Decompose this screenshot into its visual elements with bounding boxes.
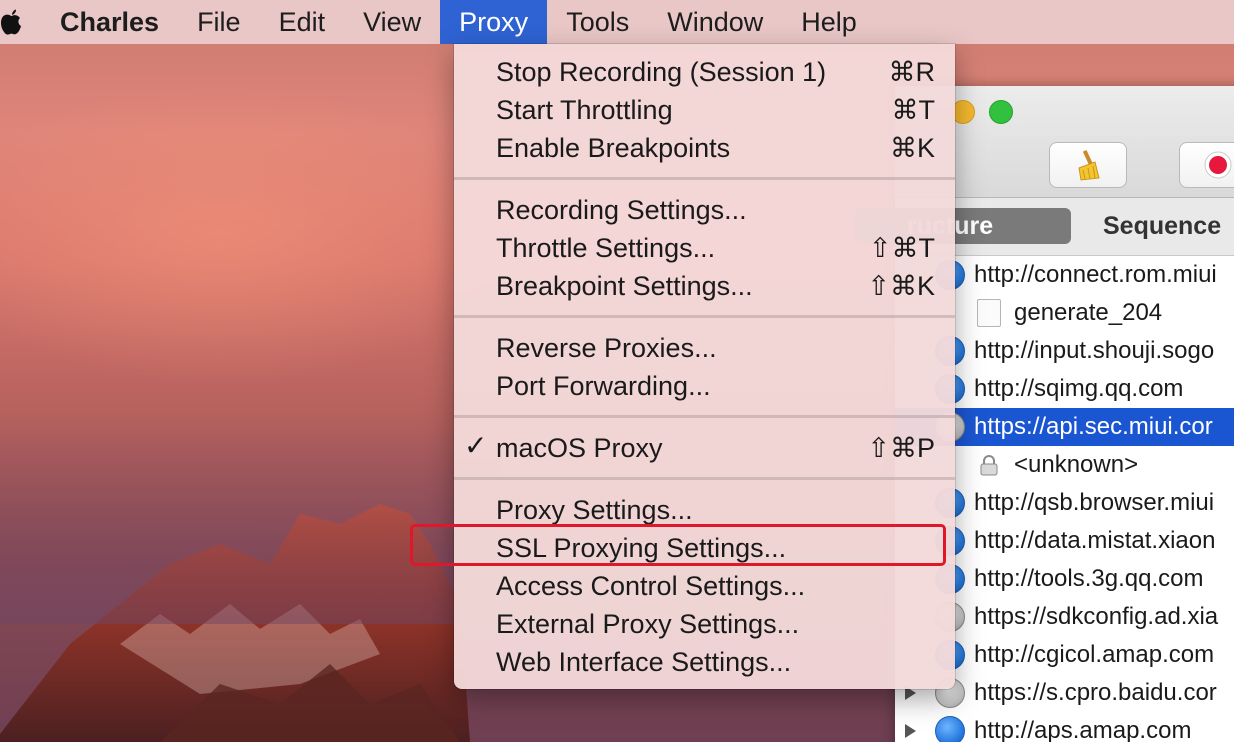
menu-item-label: Reverse Proxies... — [496, 333, 717, 363]
apple-logo-icon — [0, 9, 21, 35]
path-label: generate_204 — [1014, 299, 1163, 326]
clear-session-button[interactable] — [1049, 142, 1127, 188]
disclosure-triangle-icon[interactable] — [905, 724, 916, 738]
menu-item-shortcut: ⇧⌘T — [868, 233, 935, 263]
globe-icon — [935, 716, 965, 742]
menu-item-port-forwarding[interactable]: Port Forwarding... — [454, 365, 955, 403]
menu-tools[interactable]: Tools — [547, 0, 648, 44]
menu-item-start-throttling[interactable]: Start Throttling ⌘T — [454, 89, 955, 127]
checkmark-icon: ✓ — [464, 430, 488, 461]
menu-item-access-control-settings[interactable]: Access Control Settings... — [454, 565, 955, 603]
host-label: http://data.mistat.xiaon — [974, 527, 1216, 554]
host-label: http://aps.amap.com — [974, 717, 1192, 742]
menu-item-label: Port Forwarding... — [496, 371, 711, 401]
menu-item-macos-proxy[interactable]: ✓ macOS Proxy ⇧⌘P — [454, 427, 955, 465]
menu-item-shortcut: ⌘K — [889, 133, 935, 163]
menu-item-label: Proxy Settings... — [496, 495, 693, 525]
menu-item-shortcut: ⇧⌘P — [867, 433, 935, 463]
host-label: http://tools.3g.qq.com — [974, 565, 1204, 592]
menu-item-enable-breakpoints[interactable]: Enable Breakpoints ⌘K — [454, 127, 955, 165]
menu-item-label: Start Throttling — [496, 95, 673, 125]
menu-item-label: macOS Proxy — [496, 433, 663, 463]
menu-item-label: Web Interface Settings... — [496, 647, 792, 677]
host-label: http://qsb.browser.miui — [974, 489, 1215, 516]
menu-view[interactable]: View — [344, 0, 440, 44]
host-label: https://sdkconfig.ad.xia — [974, 603, 1219, 630]
menu-app-charles[interactable]: Charles — [34, 0, 178, 44]
menu-proxy[interactable]: Proxy — [440, 0, 548, 44]
menu-item-label: Recording Settings... — [496, 195, 747, 225]
host-label: http://cgicol.amap.com — [974, 641, 1215, 668]
menu-item-label: Throttle Settings... — [496, 233, 716, 263]
document-icon — [977, 299, 1001, 327]
tree-row[interactable]: http://aps.amap.com — [895, 712, 1234, 742]
menu-edit[interactable]: Edit — [260, 0, 345, 44]
menu-item-label: Enable Breakpoints — [496, 133, 731, 163]
menu-bar: Charles File Edit View Proxy Tools Windo… — [0, 0, 1234, 44]
menu-item-shortcut: ⌘R — [888, 57, 936, 87]
menu-separator — [454, 415, 955, 418]
zoom-button[interactable] — [989, 100, 1013, 124]
menu-item-label: Stop Recording (Session 1) — [496, 57, 827, 87]
host-label: http://input.shouji.sogo — [974, 337, 1215, 364]
menu-item-throttle-settings[interactable]: Throttle Settings... ⇧⌘T — [454, 227, 955, 265]
menu-item-web-interface-settings[interactable]: Web Interface Settings... — [454, 641, 955, 679]
record-icon — [1204, 151, 1232, 179]
menu-item-shortcut: ⇧⌘K — [867, 271, 935, 301]
annotation-highlight-box — [410, 524, 946, 566]
broom-icon — [1078, 150, 1100, 181]
menu-file[interactable]: File — [178, 0, 260, 44]
menu-separator — [454, 315, 955, 318]
host-label: http://connect.rom.miui — [974, 261, 1217, 288]
proxy-menu-dropdown: Stop Recording (Session 1) ⌘R Start Thro… — [454, 44, 955, 689]
menu-separator — [454, 177, 955, 180]
menu-item-shortcut: ⌘T — [891, 95, 936, 125]
menu-item-label: External Proxy Settings... — [496, 609, 800, 639]
padlock-icon — [980, 455, 998, 476]
path-label: <unknown> — [1014, 451, 1139, 478]
menu-help[interactable]: Help — [782, 0, 876, 44]
host-label: http://sqimg.qq.com — [974, 375, 1184, 402]
menu-item-breakpoint-settings[interactable]: Breakpoint Settings... ⇧⌘K — [454, 265, 955, 303]
tab-sequence[interactable]: Sequence — [1103, 208, 1221, 244]
menu-window[interactable]: Window — [648, 0, 782, 44]
menu-separator — [454, 477, 955, 480]
menu-item-recording-settings[interactable]: Recording Settings... — [454, 189, 955, 227]
menu-item-proxy-settings[interactable]: Proxy Settings... — [454, 489, 955, 527]
host-label: https://api.sec.miui.cor — [974, 413, 1213, 440]
menu-item-stop-recording[interactable]: Stop Recording (Session 1) ⌘R — [454, 51, 955, 89]
apple-icon[interactable] — [0, 0, 34, 44]
menu-item-label: Breakpoint Settings... — [496, 271, 753, 301]
record-button[interactable] — [1179, 142, 1234, 188]
menu-item-external-proxy-settings[interactable]: External Proxy Settings... — [454, 603, 955, 641]
menu-item-label: Access Control Settings... — [496, 571, 806, 601]
menu-item-reverse-proxies[interactable]: Reverse Proxies... — [454, 327, 955, 365]
host-label: https://s.cpro.baidu.cor — [974, 679, 1217, 706]
